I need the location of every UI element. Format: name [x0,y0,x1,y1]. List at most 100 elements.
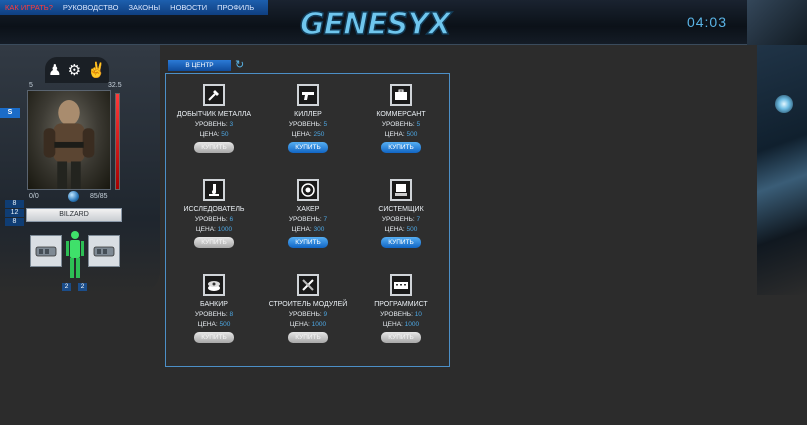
player-name[interactable]: BILZARD [26,208,122,222]
server-clock: 04:03 [686,14,727,30]
mini-stats: 8 12 8 [5,200,24,227]
nav-how-to-play[interactable]: КАК ИГРАТЬ? [0,0,58,15]
profession-price: ЦЕНА: 300 [291,226,325,233]
side-s-button[interactable]: S [0,108,20,118]
profession-level: УРОВЕНЬ: 5 [381,121,421,128]
robot-decoration-right [757,45,807,295]
profession-card: ХАКЕР УРОВЕНЬ: 7 ЦЕНА: 300 КУПИТЬ [263,179,353,248]
player-tabs: ♟ ⚙ ✌ [45,57,109,83]
profession-card: БАНКИР УРОВЕНЬ: 8 ЦЕНА: 500 КУПИТЬ [169,274,259,343]
equipment-slot-right[interactable] [88,235,120,267]
profession-price-value: 1000 [217,226,233,233]
health-bar-fill [116,94,119,189]
mini-stat: 12 [5,209,24,217]
profession-title: ДОБЫТЧИК МЕТАЛЛА [176,111,252,118]
profession-level: УРОВЕНЬ: 9 [288,311,328,318]
profession-price-value: 300 [313,226,325,233]
buy-button[interactable]: КУПИТЬ [381,142,421,153]
globe-icon[interactable] [68,191,79,202]
profession-price: ЦЕНА: 500 [384,131,418,138]
equip-count-badge: 2 [78,283,87,291]
to-center-button[interactable]: В ЦЕНТР [168,60,231,71]
equip-count-badge: 2 [62,283,71,291]
game-window: КАК ИГРАТЬ? РУКОВОДСТВО ЗАКОНЫ НОВОСТИ П… [0,0,807,425]
stat-max-value: 32.5 [108,82,122,89]
money-icon [203,274,225,296]
profession-level: УРОВЕНЬ: 3 [194,121,234,128]
header: КАК ИГРАТЬ? РУКОВОДСТВО ЗАКОНЫ НОВОСТИ П… [0,0,807,45]
module-icon [93,246,115,257]
profession-card: СТРОИТЕЛЬ МОДУЛЕЙ УРОВЕНЬ: 9 ЦЕНА: 1000 КУП… [263,274,353,343]
svg-text:GENESYX: GENESYX [300,7,453,40]
buy-button[interactable]: КУПИТЬ [194,332,234,343]
profession-level-value: 6 [229,216,234,223]
profession-price: ЦЕНА: 50 [199,131,229,138]
profession-level-value: 5 [416,121,421,128]
buy-button[interactable]: КУПИТЬ [288,237,328,248]
health-bar [115,93,120,190]
profession-title: ИССЛЕДОВАТЕЛЬ [183,206,245,213]
buy-button[interactable]: КУПИТЬ [194,237,234,248]
robot-eye-icon [775,95,793,113]
profession-level-value: 3 [229,121,234,128]
mini-stat: 8 [5,218,24,226]
profession-level: УРОВЕНЬ: 10 [380,311,422,318]
profession-level-value: 10 [414,311,422,318]
profession-card: ИССЛЕДОВАТЕЛЬ УРОВЕНЬ: 6 ЦЕНА: 1000 КУПИТЬ [169,179,259,248]
nav-profile[interactable]: ПРОФИЛЬ [212,0,259,15]
profession-title: БАНКИР [200,301,228,308]
nav-guide[interactable]: РУКОВОДСТВО [58,0,124,15]
nav-news[interactable]: НОВОСТИ [165,0,212,15]
profession-price: ЦЕНА: 1000 [382,321,420,328]
profession-level: УРОВЕНЬ: 7 [381,216,421,223]
profession-price-value: 50 [221,131,229,138]
profession-title: КИЛЛЕР [294,111,322,118]
health-value: 85/85 [90,193,108,200]
keyboard-icon [390,274,412,296]
buy-button[interactable]: КУПИТЬ [194,142,234,153]
body-figure-icon [66,231,84,278]
profession-card: ПРОГРАММИСТ УРОВЕНЬ: 10 ЦЕНА: 1000 КУПИТЬ [356,274,446,343]
character-portrait-icon [43,99,95,189]
profession-title: СИСТЕМЩИК [378,206,424,213]
buy-button[interactable]: КУПИТЬ [288,142,328,153]
equipment-area: 2 2 [8,230,133,291]
profession-price-value: 1000 [404,321,420,328]
computer-icon [390,179,412,201]
buy-button[interactable]: КУПИТЬ [381,237,421,248]
module-icon [35,246,57,257]
person-icon[interactable]: ♟ [48,63,61,78]
profession-level-value: 5 [323,121,328,128]
profession-price: ЦЕНА: 1000 [195,226,233,233]
profession-price-value: 250 [313,131,325,138]
profession-level: УРОВЕНЬ: 8 [194,311,234,318]
genesyx-logo: GENESYX [299,6,455,40]
header-decoration [747,0,807,45]
profession-card: КИЛЛЕР УРОВЕНЬ: 5 ЦЕНА: 250 КУПИТЬ [263,84,353,153]
profession-level-value: 7 [416,216,421,223]
gears-icon[interactable]: ⚙ [68,63,81,78]
hands-icon[interactable]: ✌ [87,63,106,78]
tools-icon [297,274,319,296]
profession-level: УРОВЕНЬ: 6 [194,216,234,223]
microscope-icon [203,179,225,201]
refresh-icon[interactable]: ↻ [235,60,246,71]
briefcase-icon [390,84,412,106]
profession-card: СИСТЕМЩИК УРОВЕНЬ: 7 ЦЕНА: 500 КУПИТЬ [356,179,446,248]
profession-title: ПРОГРАММИСТ [374,301,428,308]
professions-panel: ДОБЫТЧИК МЕТАЛЛА УРОВЕНЬ: 3 ЦЕНА: 50 КУПИТЬ… [165,73,450,367]
profession-price: ЦЕНА: 500 [197,321,231,328]
shovel-icon [203,84,225,106]
nav-laws[interactable]: ЗАКОНЫ [123,0,165,15]
profession-level-value: 8 [229,311,234,318]
equipment-slot-left[interactable] [30,235,62,267]
profession-price-value: 500 [219,321,231,328]
character-avatar [27,90,111,190]
buy-button[interactable]: КУПИТЬ [288,332,328,343]
target-icon [297,179,319,201]
mini-stat: 8 [5,200,24,208]
profession-level: УРОВЕНЬ: 7 [288,216,328,223]
buy-button[interactable]: КУПИТЬ [381,332,421,343]
energy-value: 0/0 [29,193,39,200]
profession-card: ДОБЫТЧИК МЕТАЛЛА УРОВЕНЬ: 3 ЦЕНА: 50 КУПИТЬ [169,84,259,153]
